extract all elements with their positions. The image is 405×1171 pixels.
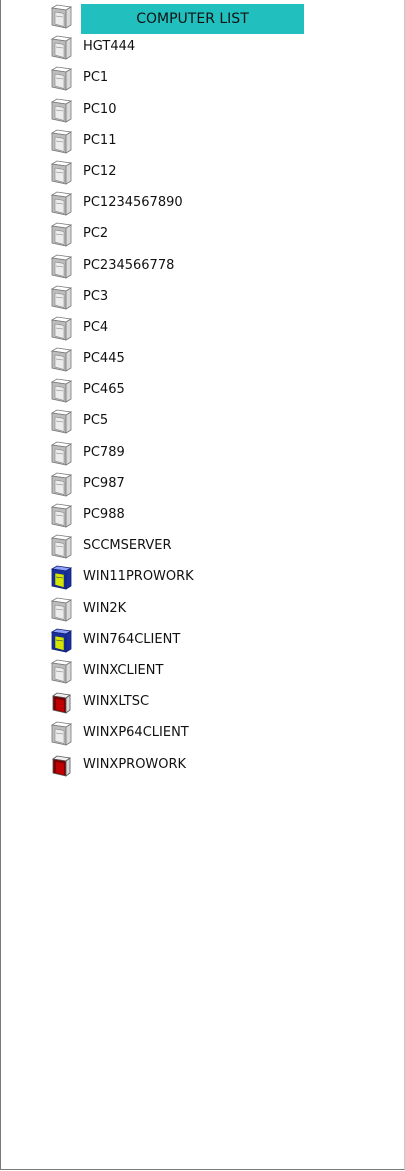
gray-computer-icon xyxy=(50,66,73,92)
gray-computer-icon xyxy=(50,254,73,279)
computer-list-title: COMPUTER LIST xyxy=(81,4,304,34)
computer-name: WIN2K xyxy=(83,600,127,616)
red-computer-icon xyxy=(51,755,72,777)
computer-list-item[interactable]: PC2 xyxy=(1,218,404,249)
computer-list-item[interactable]: WIN2K xyxy=(1,593,404,624)
computer-list-item[interactable]: PC4 xyxy=(1,312,404,343)
computer-list-item[interactable]: PC234566778 xyxy=(1,250,404,281)
computer-list-item[interactable]: PC1 xyxy=(1,62,404,93)
computer-name: WINXP64CLIENT xyxy=(83,725,189,741)
gray-computer-icon xyxy=(50,472,73,497)
computer-list-item[interactable]: PC5 xyxy=(1,405,404,436)
gray-computer-icon xyxy=(50,503,73,528)
computer-name: WINXLTSC xyxy=(83,694,150,710)
gray-computer-icon xyxy=(50,316,73,341)
gray-computer-icon xyxy=(50,35,73,60)
computer-name: PC2 xyxy=(83,226,109,242)
computer-list-item[interactable]: PC11 xyxy=(1,125,404,156)
computer-name: PC3 xyxy=(83,288,109,304)
computer-list-item[interactable]: SCCMSERVER xyxy=(1,530,404,561)
computer-name: PC1 xyxy=(83,70,109,86)
online-computer-icon xyxy=(50,628,73,653)
computer-list-item[interactable]: PC10 xyxy=(1,94,404,125)
computer-name: WINXPROWORK xyxy=(83,756,187,772)
computer-name: PC4 xyxy=(83,319,109,335)
gray-computer-icon xyxy=(50,160,73,185)
computer-list-item[interactable]: PC465 xyxy=(1,374,404,405)
gray-computer-icon xyxy=(50,534,73,559)
computer-name: SCCMSERVER xyxy=(83,538,172,554)
computer-name: PC5 xyxy=(83,413,109,429)
computer-list-item[interactable]: PC789 xyxy=(1,437,404,468)
computer-tower-icon xyxy=(50,4,73,29)
computer-name: PC988 xyxy=(83,507,125,522)
gray-computer-icon xyxy=(50,410,73,435)
computer-name: WINXCLIENT xyxy=(83,662,164,678)
computer-list: COMPUTER LIST HGT444 PC1 PC10 PC11 PC12 PC123… xyxy=(1,0,404,780)
computer-name: PC1234567890 xyxy=(83,195,183,211)
online-computer-icon xyxy=(50,565,73,591)
computer-list-item[interactable]: PC987 xyxy=(1,468,404,499)
gray-computer-icon xyxy=(50,347,73,372)
gray-computer-icon xyxy=(50,285,73,310)
computer-list-item[interactable]: HGT444 xyxy=(1,31,404,62)
computer-name: WIN764CLIENT xyxy=(83,631,181,647)
computer-list-item[interactable]: WINXPROWORK xyxy=(1,749,404,780)
red-computer-icon xyxy=(51,692,72,714)
computer-list-item[interactable]: PC3 xyxy=(1,281,404,312)
computer-name: PC12 xyxy=(83,163,117,179)
computer-list-item[interactable]: PC445 xyxy=(1,343,404,374)
computer-list-item[interactable]: PC1234567890 xyxy=(1,187,404,218)
computer-list-item[interactable]: WINXP64CLIENT xyxy=(1,717,404,748)
gray-computer-icon xyxy=(50,441,73,466)
gray-computer-icon xyxy=(50,222,73,248)
computer-list-item[interactable]: PC988 xyxy=(1,499,404,530)
gray-computer-icon xyxy=(50,721,73,747)
computer-list-item[interactable]: WIN11PROWORK xyxy=(1,561,404,592)
gray-computer-icon xyxy=(50,191,73,216)
computer-list-panel: COMPUTER LIST HGT444 PC1 PC10 PC11 PC12 PC123… xyxy=(0,0,405,1170)
computer-list-item[interactable]: WINXLTSC xyxy=(1,686,404,717)
gray-computer-icon xyxy=(50,129,73,154)
computer-name: PC234566778 xyxy=(83,257,175,273)
computer-name: PC10 xyxy=(83,101,117,117)
computer-name: PC11 xyxy=(83,132,117,148)
computer-list-item[interactable]: PC12 xyxy=(1,156,404,187)
computer-name: HGT444 xyxy=(83,39,136,55)
gray-computer-icon xyxy=(50,597,73,622)
computer-list-item[interactable]: WIN764CLIENT xyxy=(1,624,404,655)
computer-name: PC445 xyxy=(83,351,125,367)
computer-name: PC789 xyxy=(83,444,125,460)
computer-list-header[interactable]: COMPUTER LIST xyxy=(1,0,404,34)
computer-name: PC987 xyxy=(83,475,125,491)
gray-computer-icon xyxy=(50,659,73,684)
computer-name: PC465 xyxy=(83,382,125,398)
computer-list-item[interactable]: WINXCLIENT xyxy=(1,655,404,686)
gray-computer-icon xyxy=(50,98,73,123)
computer-name: WIN11PROWORK xyxy=(83,569,194,585)
gray-computer-icon xyxy=(50,378,73,403)
